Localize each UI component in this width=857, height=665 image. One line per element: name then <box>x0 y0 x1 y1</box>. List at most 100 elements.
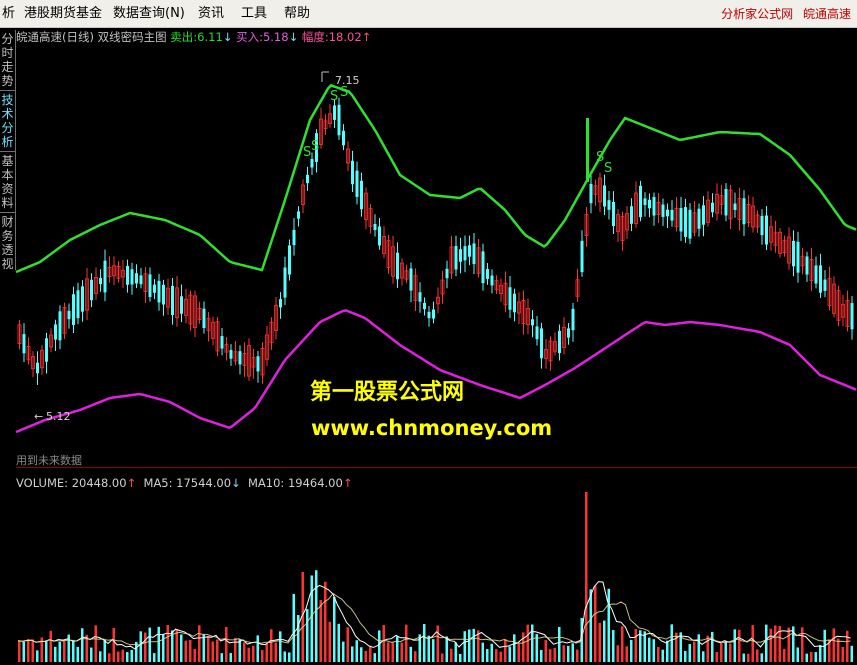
candle <box>670 209 674 221</box>
volume-bar <box>445 636 448 662</box>
watermark-url: www.chnmoney.com <box>311 416 553 440</box>
candle <box>445 268 449 279</box>
volume-bar <box>549 649 552 662</box>
candle <box>612 202 615 226</box>
watermark-title: 第一股票公式网 <box>310 380 465 405</box>
candle <box>630 206 633 224</box>
volume-bar <box>346 627 349 662</box>
volume-bar <box>643 631 646 662</box>
volume-bar <box>144 632 147 662</box>
candle <box>306 174 309 184</box>
volume-bar <box>571 643 574 662</box>
volume-bar <box>751 625 754 662</box>
volume-bar <box>454 642 457 662</box>
candle <box>126 265 129 285</box>
volume-bar <box>706 635 709 662</box>
volume-bar <box>166 624 169 662</box>
volume-bar <box>693 641 696 662</box>
volume-bar <box>630 639 633 662</box>
candle <box>202 308 206 329</box>
candle <box>351 160 354 185</box>
candle <box>36 362 39 374</box>
volume-bar <box>819 645 822 662</box>
candle <box>355 170 359 197</box>
volume-bar <box>558 626 561 662</box>
candle <box>162 284 165 305</box>
volume-bar <box>193 648 196 662</box>
candle <box>373 223 377 231</box>
volume-bar <box>585 492 588 662</box>
volume-bar <box>832 628 835 662</box>
candle <box>396 252 399 280</box>
candle <box>418 292 422 302</box>
candle <box>666 209 669 217</box>
volume-bar <box>436 625 439 662</box>
volume-bar <box>382 625 385 662</box>
volume-bar <box>31 639 34 662</box>
candle <box>54 324 57 340</box>
candle <box>58 311 62 341</box>
volume-bar <box>841 646 844 662</box>
candle <box>688 209 692 239</box>
volume-bar <box>531 624 534 662</box>
candle <box>711 202 714 213</box>
candle <box>67 310 71 320</box>
volume-bar <box>157 626 160 662</box>
volume-bar <box>423 624 426 662</box>
volume-bar <box>18 640 21 662</box>
candle <box>679 207 683 232</box>
price-candles <box>17 97 854 386</box>
candle <box>139 275 143 285</box>
candle <box>130 269 134 285</box>
candle <box>486 269 489 279</box>
candle <box>819 265 822 293</box>
volume-bar <box>540 649 543 662</box>
candle <box>333 105 336 120</box>
candle <box>531 319 534 326</box>
volume-bar <box>396 636 399 662</box>
volume-bar <box>63 640 66 662</box>
volume-bar <box>711 631 714 662</box>
volume-bar <box>234 637 237 662</box>
buy-line <box>15 309 857 434</box>
sell-signal-s: S <box>340 85 348 100</box>
volume-bar <box>459 653 462 662</box>
candle <box>513 293 516 313</box>
candle <box>760 215 764 236</box>
volume-bar <box>603 620 606 662</box>
volume-bar <box>724 641 727 662</box>
volume-bar <box>765 624 768 662</box>
volume-bar <box>607 588 610 662</box>
sell-signal-s: S <box>311 139 319 154</box>
candle <box>180 296 183 314</box>
candle <box>423 302 426 310</box>
volume-bar <box>702 651 705 662</box>
volume-bar <box>337 623 340 662</box>
candle <box>229 349 233 359</box>
candle <box>337 104 341 136</box>
candlestick-chart[interactable]: 7.15 ← 5.12 S S S S S S <box>0 0 857 665</box>
candle <box>148 274 152 297</box>
volume-bar <box>657 646 660 662</box>
volume-bar <box>252 645 255 662</box>
volume-bar <box>225 626 228 662</box>
candle <box>360 180 363 210</box>
volume-bar <box>324 581 327 662</box>
volume-bar <box>729 643 732 662</box>
volume-bar <box>850 645 853 662</box>
volume-bar <box>774 625 777 662</box>
sell-signal-s: S <box>604 161 612 176</box>
volume-bar <box>175 629 178 662</box>
volume-bar <box>733 629 736 662</box>
candle <box>481 251 485 284</box>
volume-bar <box>283 651 286 662</box>
volume-bar <box>697 634 700 662</box>
candle <box>733 203 737 210</box>
volume-bar <box>594 585 597 662</box>
candle <box>508 287 512 310</box>
volume-bar <box>216 639 219 662</box>
low-marker: ← 5.12 <box>34 410 71 423</box>
candle <box>814 265 818 284</box>
volume-bar <box>36 650 39 662</box>
volume-bar <box>288 652 291 662</box>
